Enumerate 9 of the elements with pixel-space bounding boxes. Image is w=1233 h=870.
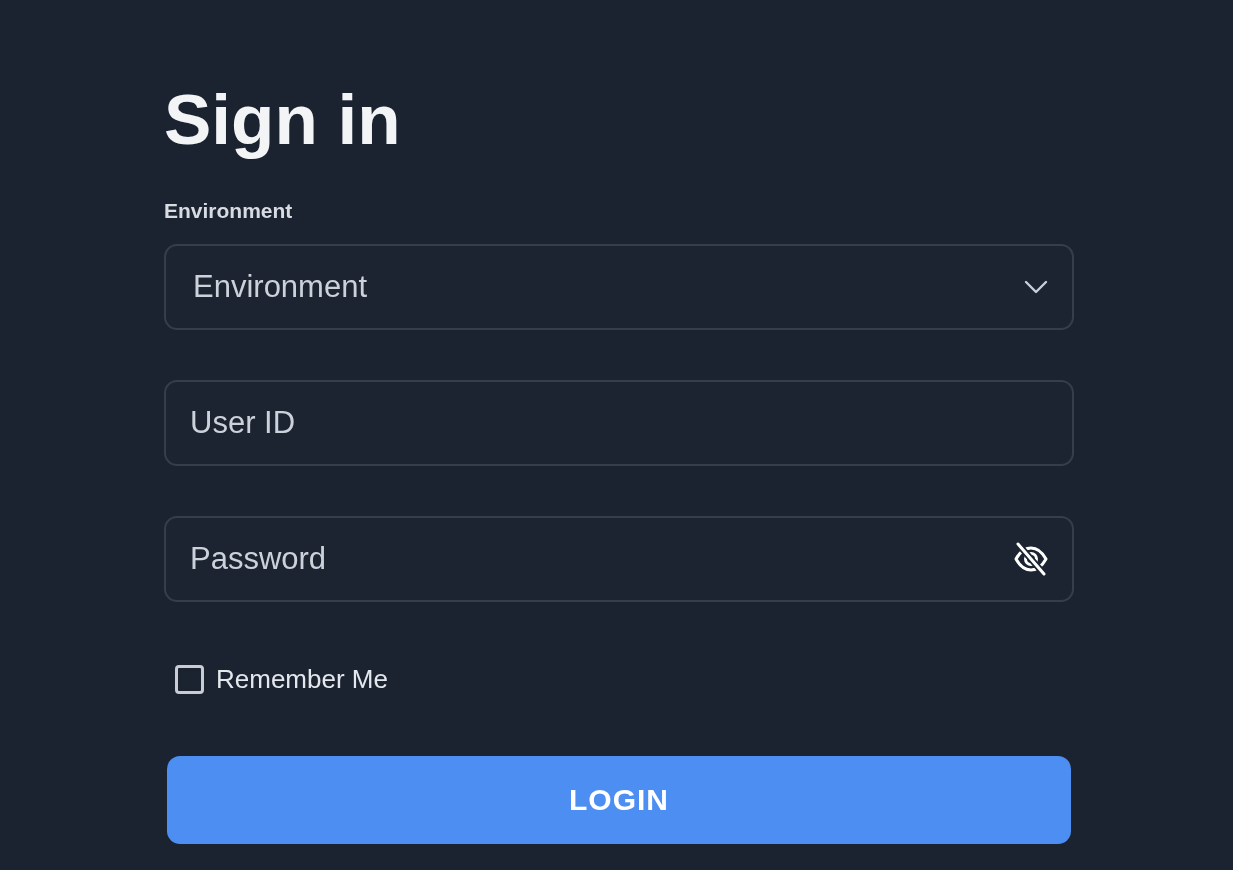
- user-id-field[interactable]: User ID: [164, 380, 1074, 466]
- eye-slash-icon[interactable]: [1013, 542, 1049, 576]
- sign-in-heading: Sign in: [164, 79, 401, 161]
- password-field[interactable]: Password: [164, 516, 1074, 602]
- remember-me-label: Remember Me: [216, 664, 388, 694]
- environment-select[interactable]: Environment: [164, 244, 1074, 330]
- environment-label: Environment: [164, 198, 293, 224]
- caret-icon: [1024, 280, 1048, 294]
- remember-me-checkbox[interactable]: [175, 664, 204, 694]
